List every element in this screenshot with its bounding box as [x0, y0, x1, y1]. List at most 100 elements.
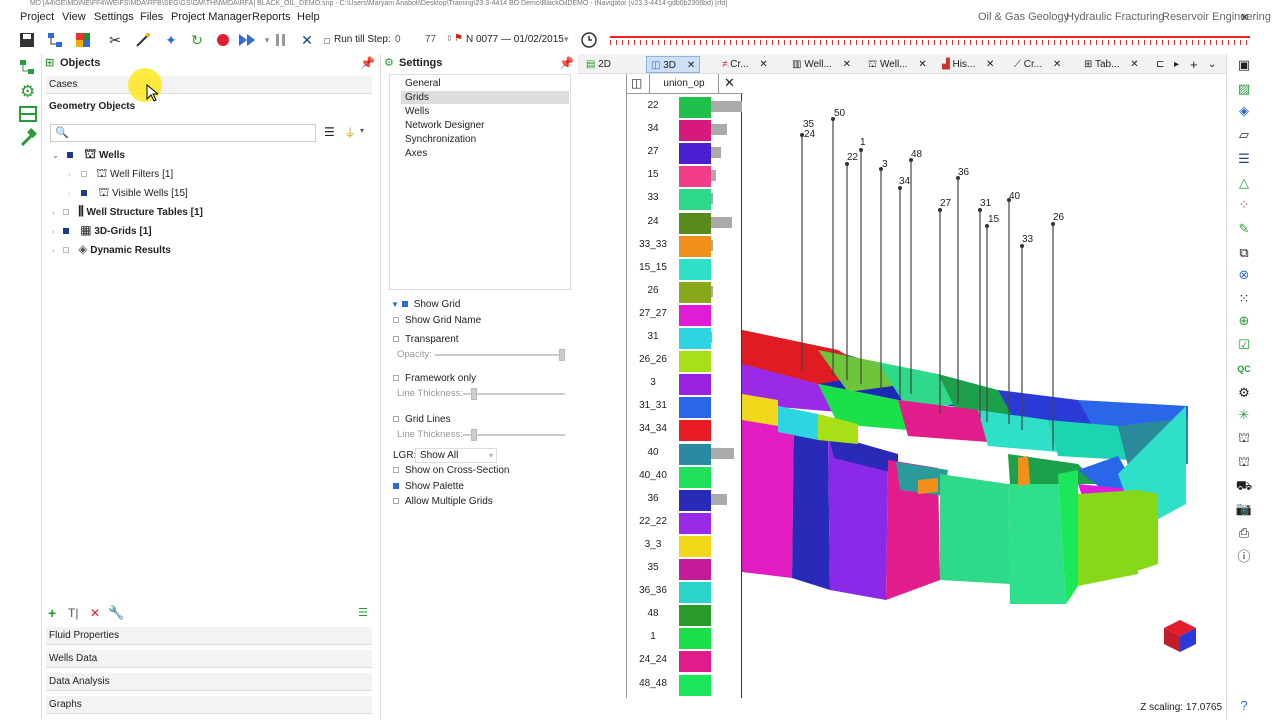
- well-structure-checkbox[interactable]: [63, 209, 70, 215]
- expand-arrow-icon[interactable]: ›: [68, 170, 71, 179]
- list-icon[interactable]: ☰: [1234, 150, 1254, 168]
- palette-close-icon[interactable]: ✕: [724, 75, 735, 91]
- sort-lines-icon[interactable]: ☰: [324, 125, 335, 139]
- graphs-section[interactable]: Graphs: [46, 696, 372, 714]
- ruler-icon[interactable]: ▱: [1234, 126, 1254, 144]
- tab-2d[interactable]: ▤ 2D: [586, 56, 611, 73]
- add-node-icon[interactable]: ⊕: [1234, 312, 1254, 330]
- layers-icon[interactable]: ◈: [1234, 102, 1254, 120]
- menu-project-manager[interactable]: Project Manager: [171, 11, 252, 23]
- pin-icon[interactable]: 📌: [360, 56, 375, 70]
- pause-icon[interactable]: [272, 31, 290, 49]
- hammer-icon[interactable]: [18, 128, 38, 148]
- transparent-option[interactable]: Transparent: [393, 333, 459, 347]
- module-hydraulic-fracturing[interactable]: Hydraulic Fracturing: [1066, 11, 1164, 23]
- expand-arrow-icon[interactable]: ›: [52, 246, 55, 255]
- tree-row-well-filters[interactable]: › ⛫ Well Filters [1]: [68, 164, 173, 182]
- expand-arrow-icon[interactable]: ›: [68, 189, 71, 198]
- fluid-properties-section[interactable]: Fluid Properties: [46, 627, 372, 645]
- menu-files[interactable]: Files: [140, 11, 163, 23]
- tab-cross-plot[interactable]: ⟋ Cr... ✕: [1014, 56, 1061, 73]
- truck-icon[interactable]: ⛟: [1234, 478, 1254, 496]
- menu-reports[interactable]: Reports: [252, 11, 291, 23]
- show-grid-name-option[interactable]: Show Grid Name: [393, 314, 481, 328]
- add-icon[interactable]: +: [48, 605, 56, 621]
- cases-section[interactable]: Cases: [46, 76, 372, 94]
- allow-multiple-grids-option[interactable]: Allow Multiple Grids: [393, 495, 493, 509]
- show-grid-checkbox[interactable]: [401, 301, 408, 308]
- record-icon[interactable]: [214, 31, 232, 49]
- filter-dropdown-icon[interactable]: ▾: [360, 126, 364, 135]
- step-spin-arrows-icon[interactable]: ⇕: [446, 34, 453, 43]
- well-filters-checkbox[interactable]: [81, 171, 88, 177]
- qc-icon[interactable]: QC: [1234, 360, 1254, 378]
- geometry-objects-section[interactable]: Geometry Objects: [46, 98, 372, 116]
- orientation-cube[interactable]: [1160, 618, 1200, 654]
- framework-only-option[interactable]: Framework only: [393, 372, 476, 386]
- gear-icon[interactable]: ⚙: [20, 82, 35, 102]
- clock-icon[interactable]: [580, 31, 598, 49]
- target-icon[interactable]: ⊗: [1234, 266, 1254, 284]
- category-wells[interactable]: Wells: [405, 105, 429, 119]
- camera-icon[interactable]: 📷: [1234, 500, 1254, 518]
- magic-wand-icon[interactable]: [134, 31, 152, 49]
- sparkle-icon[interactable]: ✦: [162, 31, 180, 49]
- tab-3d[interactable]: ◫ 3D ✕: [646, 56, 701, 73]
- tree-row-well-structure-tables[interactable]: › ⫼ Well Structure Tables [1]: [52, 202, 203, 220]
- show-grid-name-checkbox[interactable]: [393, 317, 399, 324]
- transparent-checkbox[interactable]: [393, 336, 399, 343]
- grid-points-icon[interactable]: ⁙: [1234, 290, 1254, 308]
- show-palette-option[interactable]: Show Palette: [393, 480, 464, 494]
- scroll-tabs-right-icon[interactable]: ▸: [1174, 56, 1179, 73]
- opacity-slider[interactable]: [435, 349, 565, 361]
- close-icon[interactable]: ✕: [1240, 11, 1249, 24]
- show-palette-checkbox[interactable]: [393, 483, 399, 490]
- grid-lines-checkbox[interactable]: [393, 416, 399, 423]
- category-grids[interactable]: Grids: [405, 91, 429, 105]
- grid-lines-option[interactable]: Grid Lines: [393, 413, 451, 427]
- stop-x-icon[interactable]: ✕: [298, 31, 316, 49]
- well-b-icon[interactable]: ⛫: [1234, 454, 1254, 472]
- wells-checkbox[interactable]: [67, 152, 74, 158]
- category-axes[interactable]: Axes: [405, 147, 427, 161]
- tab-well-2[interactable]: ⛫ Well... ✕: [868, 56, 927, 73]
- search-input[interactable]: 🔍: [50, 124, 316, 142]
- puzzle-icon[interactable]: [74, 31, 92, 49]
- show-on-cross-section-checkbox[interactable]: [393, 467, 399, 474]
- add-tab-icon[interactable]: +: [1190, 56, 1198, 73]
- step-spinbox[interactable]: 77: [422, 33, 448, 49]
- expand-arrow-icon[interactable]: ›: [52, 208, 55, 217]
- cog-globe-icon[interactable]: ⚙: [1234, 384, 1254, 402]
- category-general[interactable]: General: [405, 77, 441, 91]
- category-synchronization[interactable]: Synchronization: [405, 133, 476, 147]
- save-icon[interactable]: [18, 31, 36, 49]
- menu-help[interactable]: Help: [297, 11, 320, 23]
- tree-row-3d-grids[interactable]: › ▦ 3D-Grids [1]: [52, 221, 152, 239]
- allow-multiple-grids-checkbox[interactable]: [393, 498, 399, 505]
- data-analysis-section[interactable]: Data Analysis: [46, 673, 372, 691]
- scissors-icon[interactable]: ✂: [106, 31, 124, 49]
- category-network-designer[interactable]: Network Designer: [405, 119, 484, 133]
- tab-cross-section-1[interactable]: ≠ Cr... ✕: [722, 56, 768, 73]
- menu-project[interactable]: Project: [20, 11, 54, 23]
- module-oil-gas-geology[interactable]: Oil & Gas Geology: [978, 11, 1069, 23]
- palette-cube-icon[interactable]: ◫: [631, 76, 642, 90]
- wells-data-section[interactable]: Wells Data: [46, 650, 372, 668]
- date-dropdown-icon[interactable]: ▾: [564, 34, 569, 45]
- rename-text-icon[interactable]: T|: [68, 606, 78, 620]
- refresh-icon[interactable]: ↻: [188, 31, 206, 49]
- lgr-select[interactable]: Show All ▾: [415, 448, 497, 463]
- wrench-icon[interactable]: 🔧: [108, 605, 124, 621]
- line-thickness-slider-2[interactable]: [463, 429, 565, 441]
- tree-row-wells[interactable]: ⌄ ⛫ Wells: [52, 145, 125, 163]
- close-tab-icon[interactable]: ✕: [759, 59, 767, 70]
- filter-icon[interactable]: ⏚: [344, 124, 356, 141]
- tree-row-visible-wells[interactable]: › ⛫ Visible Wells [15]: [68, 183, 188, 201]
- close-tab-icon[interactable]: ✕: [687, 60, 695, 71]
- close-tab-icon[interactable]: ✕: [918, 59, 926, 70]
- print-icon[interactable]: ⎙: [1234, 524, 1254, 542]
- pin-icon[interactable]: 📌: [559, 56, 574, 70]
- sparkle-tool-icon[interactable]: ✳: [1234, 406, 1254, 424]
- menu-view[interactable]: View: [62, 11, 86, 23]
- well-a-icon[interactable]: ⛫: [1234, 430, 1254, 448]
